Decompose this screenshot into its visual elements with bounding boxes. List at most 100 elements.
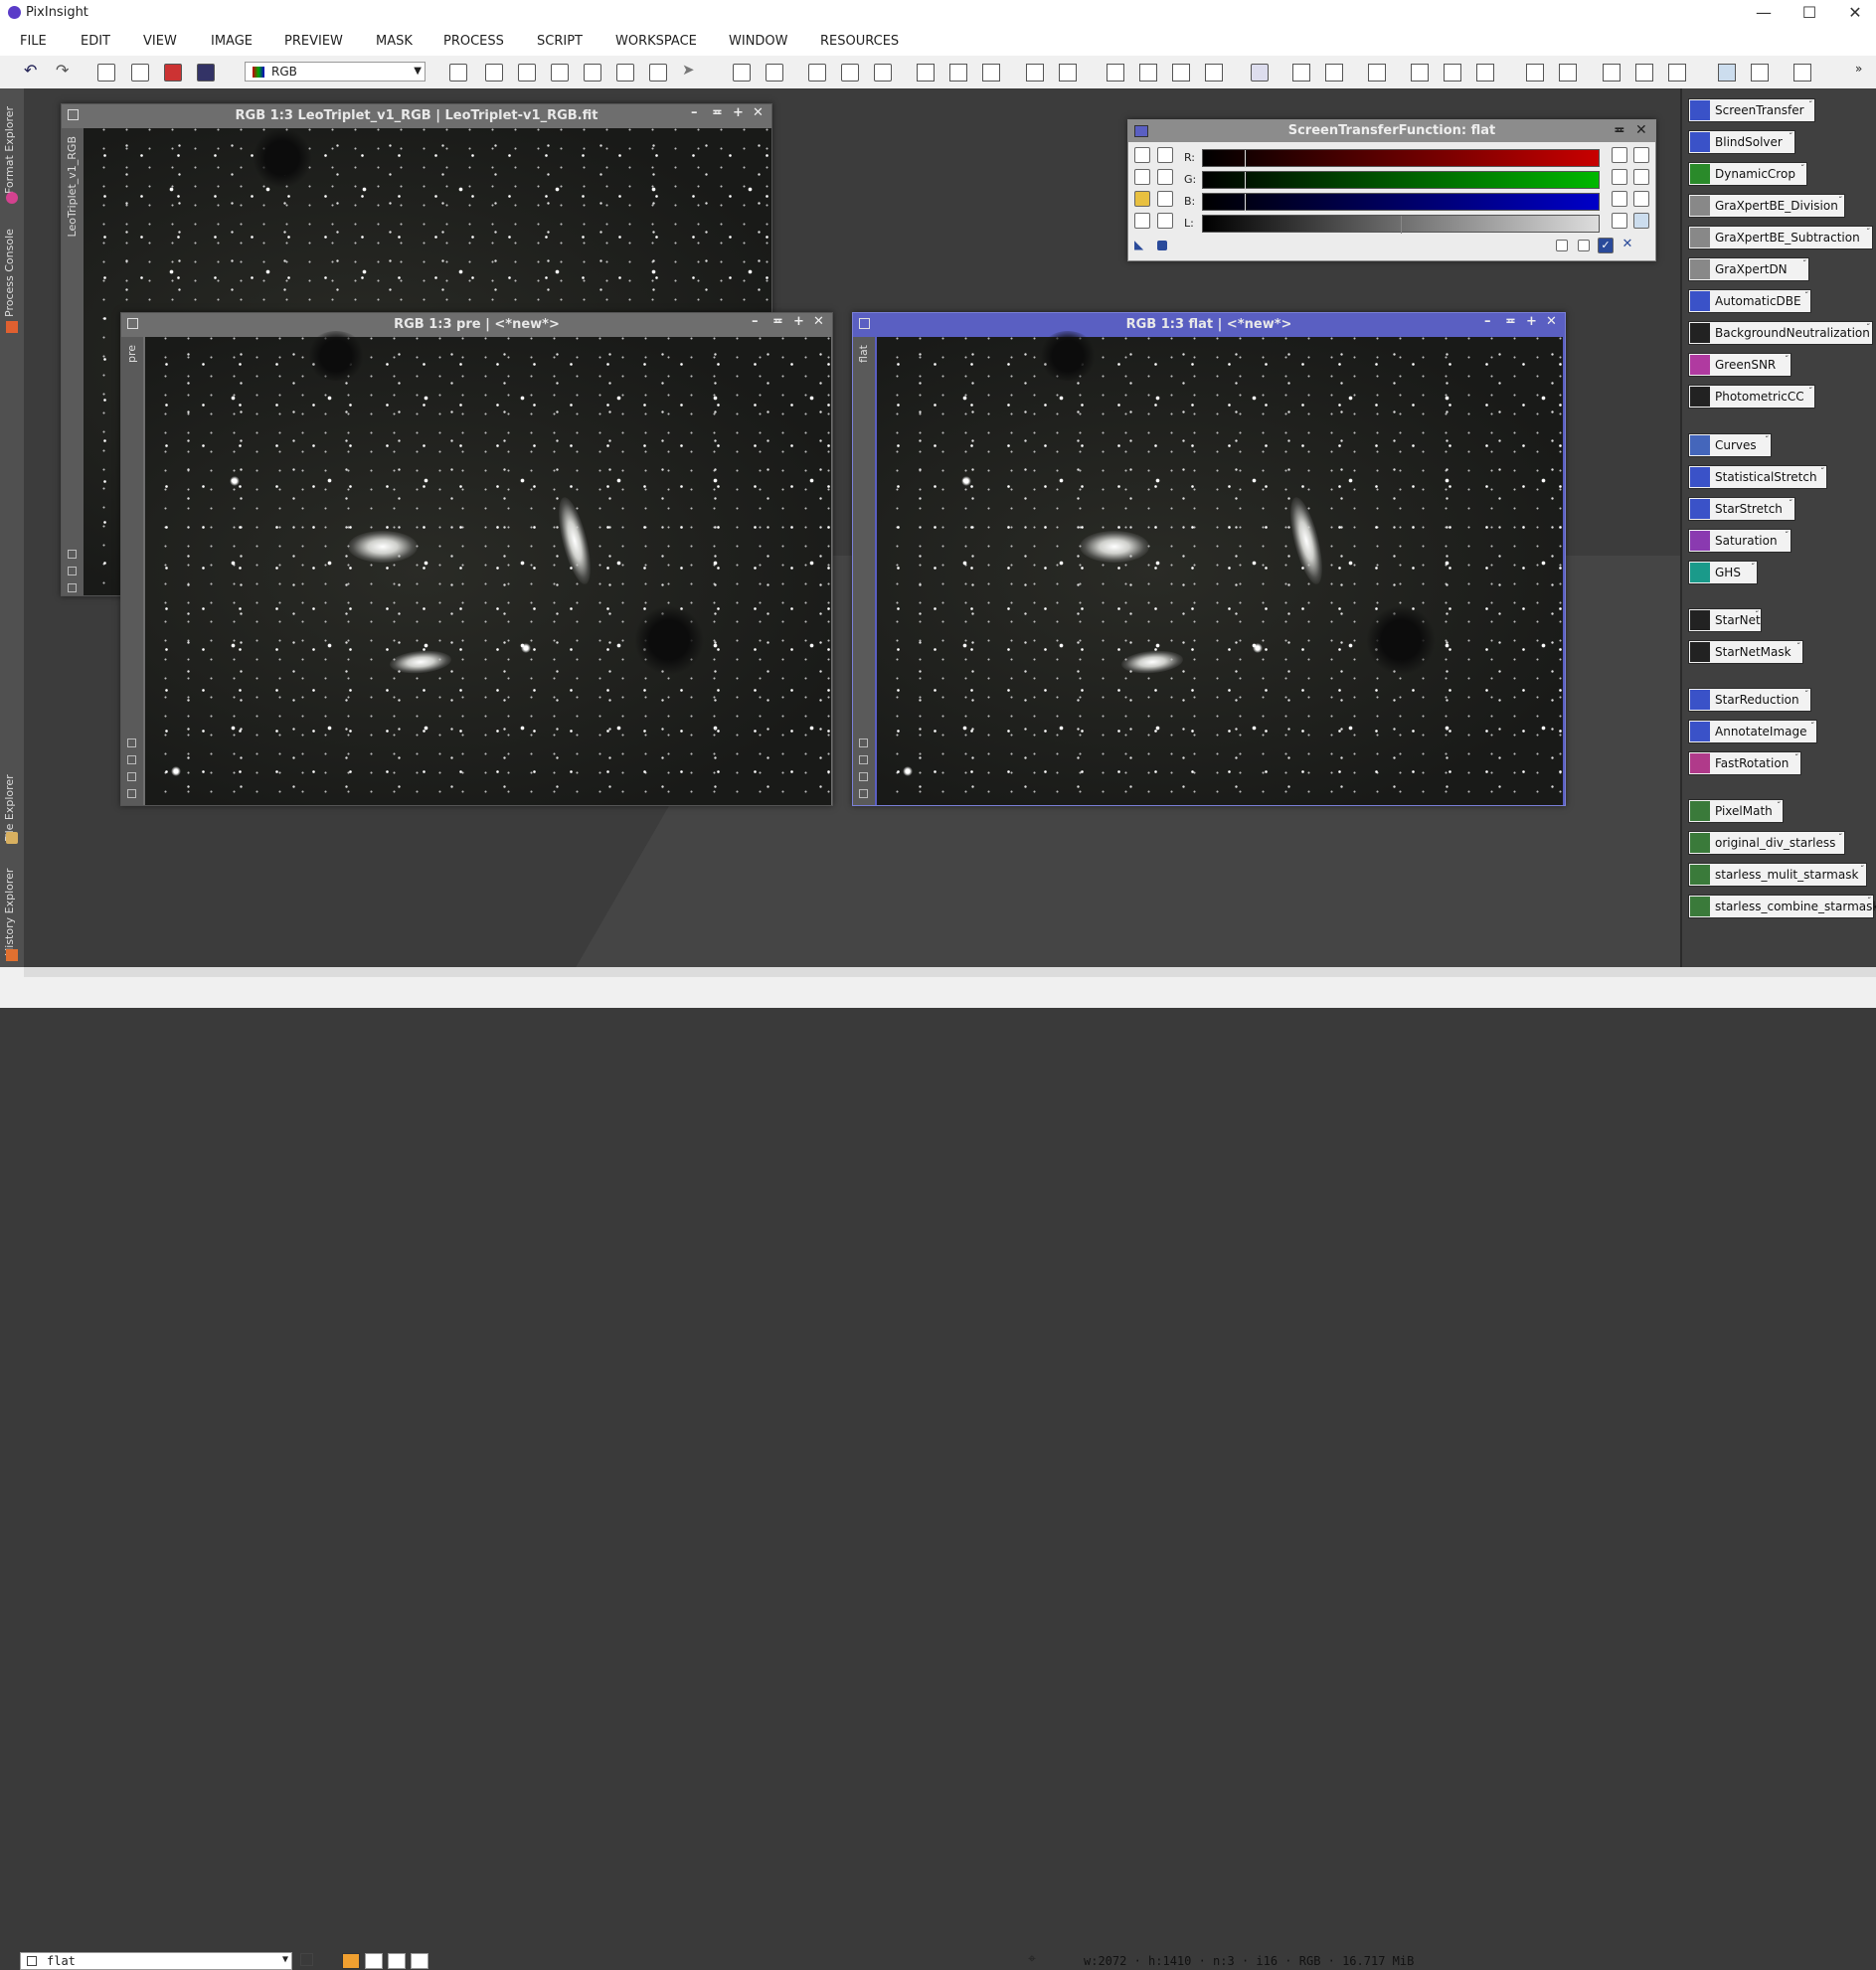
icon-handle-icon[interactable]: ˝ bbox=[1777, 801, 1781, 810]
shade-window-icon[interactable]: ≖ bbox=[1614, 122, 1625, 138]
reset-icon[interactable]: ✕ bbox=[1620, 238, 1635, 253]
icon-handle-icon[interactable]: ˝ bbox=[1794, 753, 1798, 762]
mask-new-icon[interactable] bbox=[1107, 64, 1124, 82]
full-screen-icon[interactable] bbox=[982, 64, 1000, 82]
menu-view[interactable]: VIEW bbox=[143, 34, 177, 49]
stf-auto-icon[interactable] bbox=[1251, 64, 1269, 82]
view-btn-c-icon[interactable] bbox=[68, 583, 77, 592]
maximize-window-icon[interactable]: + bbox=[1526, 314, 1537, 329]
zoom-in-icon[interactable] bbox=[1134, 169, 1150, 185]
menu-image[interactable]: IMAGE bbox=[211, 34, 253, 49]
toolbar-overflow-icon[interactable]: » bbox=[1855, 62, 1873, 80]
reset-channel-icon[interactable] bbox=[1612, 213, 1627, 229]
monitor-icon[interactable] bbox=[1718, 64, 1736, 82]
icon-handle-icon[interactable]: ˝ bbox=[1785, 355, 1789, 364]
process-icon-statisticalstretch[interactable]: StatisticalStretch ˝ bbox=[1688, 465, 1827, 489]
format-explorer-icon[interactable] bbox=[6, 192, 18, 204]
preview-mode-icon[interactable] bbox=[616, 64, 634, 82]
channel-b-icon[interactable] bbox=[411, 1953, 428, 1969]
icon-handle-icon[interactable]: ˝ bbox=[1800, 164, 1804, 173]
icon-handle-icon[interactable]: ˝ bbox=[1785, 531, 1789, 540]
duplicate-icon[interactable] bbox=[131, 64, 149, 82]
zoom-window-icon[interactable] bbox=[874, 64, 892, 82]
redo-icon[interactable]: ↷ bbox=[56, 61, 74, 80]
process-icon-starreduction[interactable]: StarReduction ˝ bbox=[1688, 688, 1811, 712]
layout-b-icon[interactable] bbox=[1559, 64, 1577, 82]
menu-workspace[interactable]: WORKSPACE bbox=[615, 34, 697, 49]
reset-channel-icon[interactable] bbox=[1612, 147, 1627, 163]
mask-icon[interactable] bbox=[164, 64, 182, 82]
range-icon[interactable] bbox=[1157, 213, 1173, 229]
reset-channel-icon[interactable] bbox=[1612, 191, 1627, 207]
link-channels-icon[interactable] bbox=[1134, 147, 1150, 163]
process-icon-fastrotation[interactable]: FastRotation ˝ bbox=[1688, 751, 1801, 775]
process-icon-blindsolver[interactable]: BlindSolver ˝ bbox=[1688, 130, 1795, 154]
icon-handle-icon[interactable]: ˝ bbox=[1755, 610, 1759, 619]
settings-icon[interactable] bbox=[1633, 147, 1649, 163]
menu-file[interactable]: FILE bbox=[20, 34, 47, 49]
view-btn-a-icon[interactable] bbox=[859, 739, 868, 747]
process-e-icon[interactable] bbox=[1444, 64, 1461, 82]
close-window-icon[interactable]: ✕ bbox=[1546, 314, 1557, 329]
file-explorer-icon[interactable] bbox=[6, 832, 18, 844]
layout-e-icon[interactable] bbox=[1668, 64, 1686, 82]
process-icon-curves[interactable]: Curves ˝ bbox=[1688, 433, 1772, 457]
midtones-marker[interactable] bbox=[1245, 172, 1246, 190]
readout-mode-icon[interactable] bbox=[449, 64, 467, 82]
zoom-in-mode-icon[interactable] bbox=[485, 64, 503, 82]
midtones-marker[interactable] bbox=[1245, 150, 1246, 168]
process-icon-original-div-starless[interactable]: original_div_starless ˝ bbox=[1688, 831, 1845, 855]
zoom-out-mode-icon[interactable] bbox=[518, 64, 536, 82]
view-btn-d-icon[interactable] bbox=[127, 789, 136, 798]
icon-handle-icon[interactable]: ˝ bbox=[1867, 897, 1871, 905]
process-icon-ghs[interactable]: GHS ˝ bbox=[1688, 561, 1758, 584]
icon-handle-icon[interactable]: ˝ bbox=[1808, 387, 1812, 396]
process-icon-greensnr[interactable]: GreenSNR ˝ bbox=[1688, 353, 1791, 377]
zoom-fit-icon[interactable] bbox=[841, 64, 859, 82]
view-btn-d-icon[interactable] bbox=[859, 789, 868, 798]
icon-handle-icon[interactable]: ˝ bbox=[1838, 196, 1842, 205]
channel-g-icon[interactable] bbox=[388, 1953, 406, 1969]
process-f-icon[interactable] bbox=[1476, 64, 1494, 82]
stf-slider-g[interactable] bbox=[1202, 171, 1600, 190]
extract-icon[interactable] bbox=[197, 64, 215, 82]
process-icon-graxpertbe-subtraction[interactable]: GraXpertBE_Subtraction ˝ bbox=[1688, 226, 1873, 249]
center-mode-icon[interactable] bbox=[584, 64, 601, 82]
view-btn-c-icon[interactable] bbox=[859, 772, 868, 781]
minimize-window-icon[interactable]: – bbox=[691, 105, 698, 120]
stf-window[interactable]: ScreenTransferFunction: flat ≖ ✕ R: G: B… bbox=[1127, 119, 1656, 261]
view-btn-a-icon[interactable] bbox=[127, 739, 136, 747]
process-icon-starnetmask[interactable]: StarNetMask ˝ bbox=[1688, 640, 1803, 664]
process-c-icon[interactable] bbox=[1368, 64, 1386, 82]
icon-handle-icon[interactable]: ˝ bbox=[1751, 563, 1755, 572]
process-icon-starless-combine-starmask[interactable]: starless_combine_starmask ˝ bbox=[1688, 895, 1876, 918]
process-icon-dynamiccrop[interactable]: DynamicCrop ˝ bbox=[1688, 162, 1807, 186]
stf-link-icon[interactable] bbox=[1059, 64, 1077, 82]
process-console-icon[interactable] bbox=[6, 321, 18, 333]
view-btn-a-icon[interactable] bbox=[68, 550, 77, 559]
icon-handle-icon[interactable]: ˝ bbox=[1804, 690, 1808, 699]
icon-handle-icon[interactable]: ˝ bbox=[1866, 323, 1870, 332]
view-selector-combo[interactable]: flat ▼ bbox=[20, 1952, 292, 1970]
maximize-window-icon[interactable]: + bbox=[793, 314, 804, 329]
view-id-tab[interactable]: LeoTriplet_v1_RGB bbox=[66, 136, 79, 237]
tab-format-explorer[interactable]: Format Explorer bbox=[3, 94, 16, 194]
close-window-icon[interactable]: ✕ bbox=[1635, 122, 1647, 138]
process-icon-automaticdbe[interactable]: AutomaticDBE ˝ bbox=[1688, 289, 1811, 313]
process-icon-annotateimage[interactable]: AnnotateImage ˝ bbox=[1688, 720, 1817, 743]
menu-window[interactable]: WINDOW bbox=[729, 34, 788, 49]
pointer-tool-icon[interactable] bbox=[1157, 147, 1173, 163]
tab-process-console[interactable]: Process Console bbox=[3, 218, 16, 317]
image-window-pre[interactable]: RGB 1:3 pre | <*new*> – ≖ + ✕ pre bbox=[120, 312, 833, 806]
stf-slider-r[interactable] bbox=[1202, 149, 1600, 168]
maximize-window-icon[interactable]: + bbox=[733, 105, 744, 120]
midtones-marker[interactable] bbox=[1401, 216, 1402, 234]
icon-handle-icon[interactable]: ˝ bbox=[1789, 499, 1792, 508]
process-a-icon[interactable] bbox=[1292, 64, 1310, 82]
icon-handle-icon[interactable]: ˝ bbox=[1808, 100, 1812, 109]
zoom-1-1-icon[interactable] bbox=[808, 64, 826, 82]
tab-history-explorer[interactable]: History Explorer bbox=[3, 857, 16, 956]
process-icon-starstretch[interactable]: StarStretch ˝ bbox=[1688, 497, 1795, 521]
workspace-icon[interactable] bbox=[1793, 64, 1811, 82]
shade-window-icon[interactable]: ≖ bbox=[772, 314, 783, 329]
